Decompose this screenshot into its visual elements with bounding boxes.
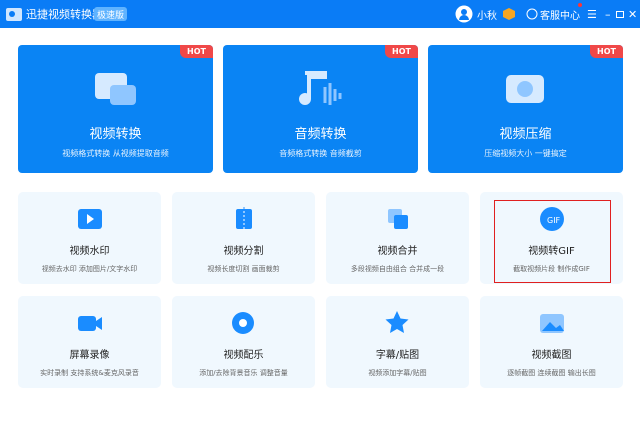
tool-video-screenshot[interactable]: 视频截图逐帧截图 连续截图 输出长图	[480, 296, 623, 388]
tool-video-split[interactable]: 视频分割视频长度切割 画面裁剪	[172, 192, 315, 284]
video-convert-card[interactable]: HOT 视频转换 视频格式转换 从视频提取音频	[18, 45, 213, 173]
tool-video-watermark[interactable]: 视频水印视频去水印 添加图片/文字水印	[18, 192, 161, 284]
tool-subtitle: 逐帧截图 连续截图 输出长图	[507, 369, 596, 377]
video-compress-card[interactable]: HOT 视频压缩 压缩视频大小 一键搞定	[428, 45, 623, 173]
tool-title: 视频配乐	[223, 350, 264, 361]
tool-title: 视频合并	[377, 246, 418, 257]
user-name[interactable]: 小秋	[477, 0, 497, 28]
card-title: 音频转换	[294, 127, 347, 142]
card-subtitle: 音频格式转换 音频截剪	[279, 149, 362, 158]
merge-icon	[384, 206, 412, 232]
card-title: 视频压缩	[499, 127, 552, 142]
camera-compress-icon	[500, 69, 550, 109]
edition-badge: 极速版	[94, 7, 128, 21]
tool-title: 视频截图	[531, 350, 572, 361]
tool-title: 视频分割	[223, 246, 264, 257]
minimize-icon[interactable]: –	[605, 0, 611, 28]
star-text-icon	[384, 310, 412, 336]
tool-subtitle: 多段视频自由组合 合并成一段	[350, 265, 445, 273]
support-center-link[interactable]: 客服中心	[540, 0, 580, 28]
maximize-icon[interactable]	[616, 0, 624, 28]
selection-highlight	[494, 200, 611, 283]
tool-subtitle: 实时录制 支持系统&麦克风录音	[40, 369, 139, 377]
film-icon	[76, 206, 104, 232]
notification-dot	[578, 0, 582, 7]
card-subtitle: 视频格式转换 从视频提取音频	[62, 149, 169, 158]
title-bar: 迅捷视频转换器 极速版 小秋 客服中心 ☰ – ✕	[0, 0, 640, 28]
avatar[interactable]	[455, 0, 473, 28]
tool-title: 字幕/贴图	[375, 350, 420, 361]
app-title: 迅捷视频转换器	[26, 8, 103, 21]
chat-icon[interactable]	[526, 0, 538, 28]
tool-subtitle: 视频长度切割 画面裁剪	[207, 265, 280, 273]
tool-subtitle-sticker[interactable]: 字幕/贴图视频添加字幕/贴图	[326, 296, 469, 388]
tool-video-merge[interactable]: 视频合并多段视频自由组合 合并成一段	[326, 192, 469, 284]
hot-badge: HOT	[180, 45, 213, 58]
tool-title: 屏幕录像	[69, 350, 110, 361]
split-icon	[230, 206, 258, 232]
close-icon[interactable]: ✕	[628, 0, 637, 28]
card-title: 视频转换	[89, 127, 142, 142]
tool-title: 视频水印	[69, 246, 110, 257]
tool-video-music[interactable]: 视频配乐添加/去除背景音乐 调整音量	[172, 296, 315, 388]
music-icon	[295, 69, 345, 109]
music-disc-icon	[230, 310, 258, 336]
video-convert-icon	[90, 69, 140, 109]
image-icon	[538, 310, 566, 336]
app-logo-icon	[5, 0, 23, 28]
card-subtitle: 压缩视频大小 一键搞定	[484, 149, 567, 158]
hot-badge: HOT	[385, 45, 418, 58]
menu-icon[interactable]: ☰	[587, 0, 597, 28]
tool-subtitle: 添加/去除背景音乐 调整音量	[199, 369, 288, 377]
hot-badge: HOT	[590, 45, 623, 58]
tool-subtitle: 视频去水印 添加图片/文字水印	[41, 265, 138, 273]
tool-screen-record[interactable]: 屏幕录像实时录制 支持系统&麦克风录音	[18, 296, 161, 388]
tool-subtitle: 视频添加字幕/贴图	[368, 369, 427, 377]
audio-convert-card[interactable]: HOT 音频转换 音频格式转换 音频截剪	[223, 45, 418, 173]
vip-icon[interactable]	[503, 0, 515, 28]
camera-record-icon	[76, 310, 104, 336]
